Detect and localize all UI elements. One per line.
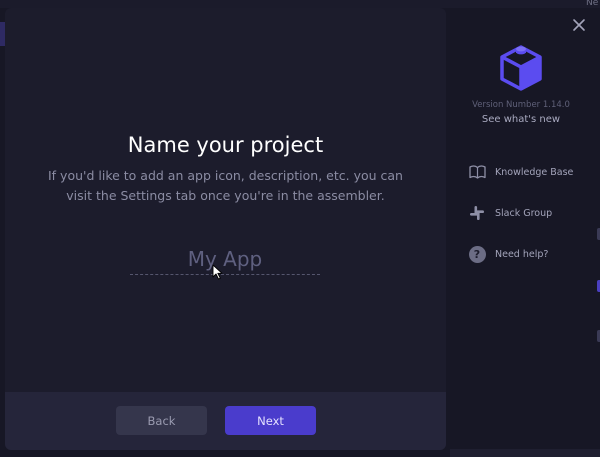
resource-label: Knowledge Base [495,166,574,178]
book-icon [468,163,486,181]
screen: Ne Name your project If you'd like to ad… [0,0,600,457]
need-help-link[interactable]: ? Need help? [468,244,548,264]
name-project-dialog: Name your project If you'd like to add a… [5,8,446,450]
version-number: Version Number 1.14.0 [472,100,570,110]
mouse-pointer-icon [212,264,223,280]
resource-label: Need help? [495,248,549,260]
slack-icon [468,204,486,222]
resource-label: Slack Group [495,207,553,219]
help-icon: ? [468,245,486,263]
slack-group-link[interactable]: Slack Group [468,203,552,223]
dialog-description: If you'd like to add an app icon, descri… [48,168,403,203]
project-name-input[interactable] [130,244,320,275]
next-button[interactable]: Next [225,406,316,435]
cube-icon [500,45,542,91]
whats-new-link[interactable]: See what's new [452,114,590,125]
dialog-footer: Back Next [5,392,446,450]
side-panel: Version Number 1.14.0 See what's new Kno… [452,0,600,457]
knowledge-base-link[interactable]: Knowledge Base [468,162,573,182]
dialog-title: Name your project [127,133,324,157]
back-button[interactable]: Back [116,406,207,435]
